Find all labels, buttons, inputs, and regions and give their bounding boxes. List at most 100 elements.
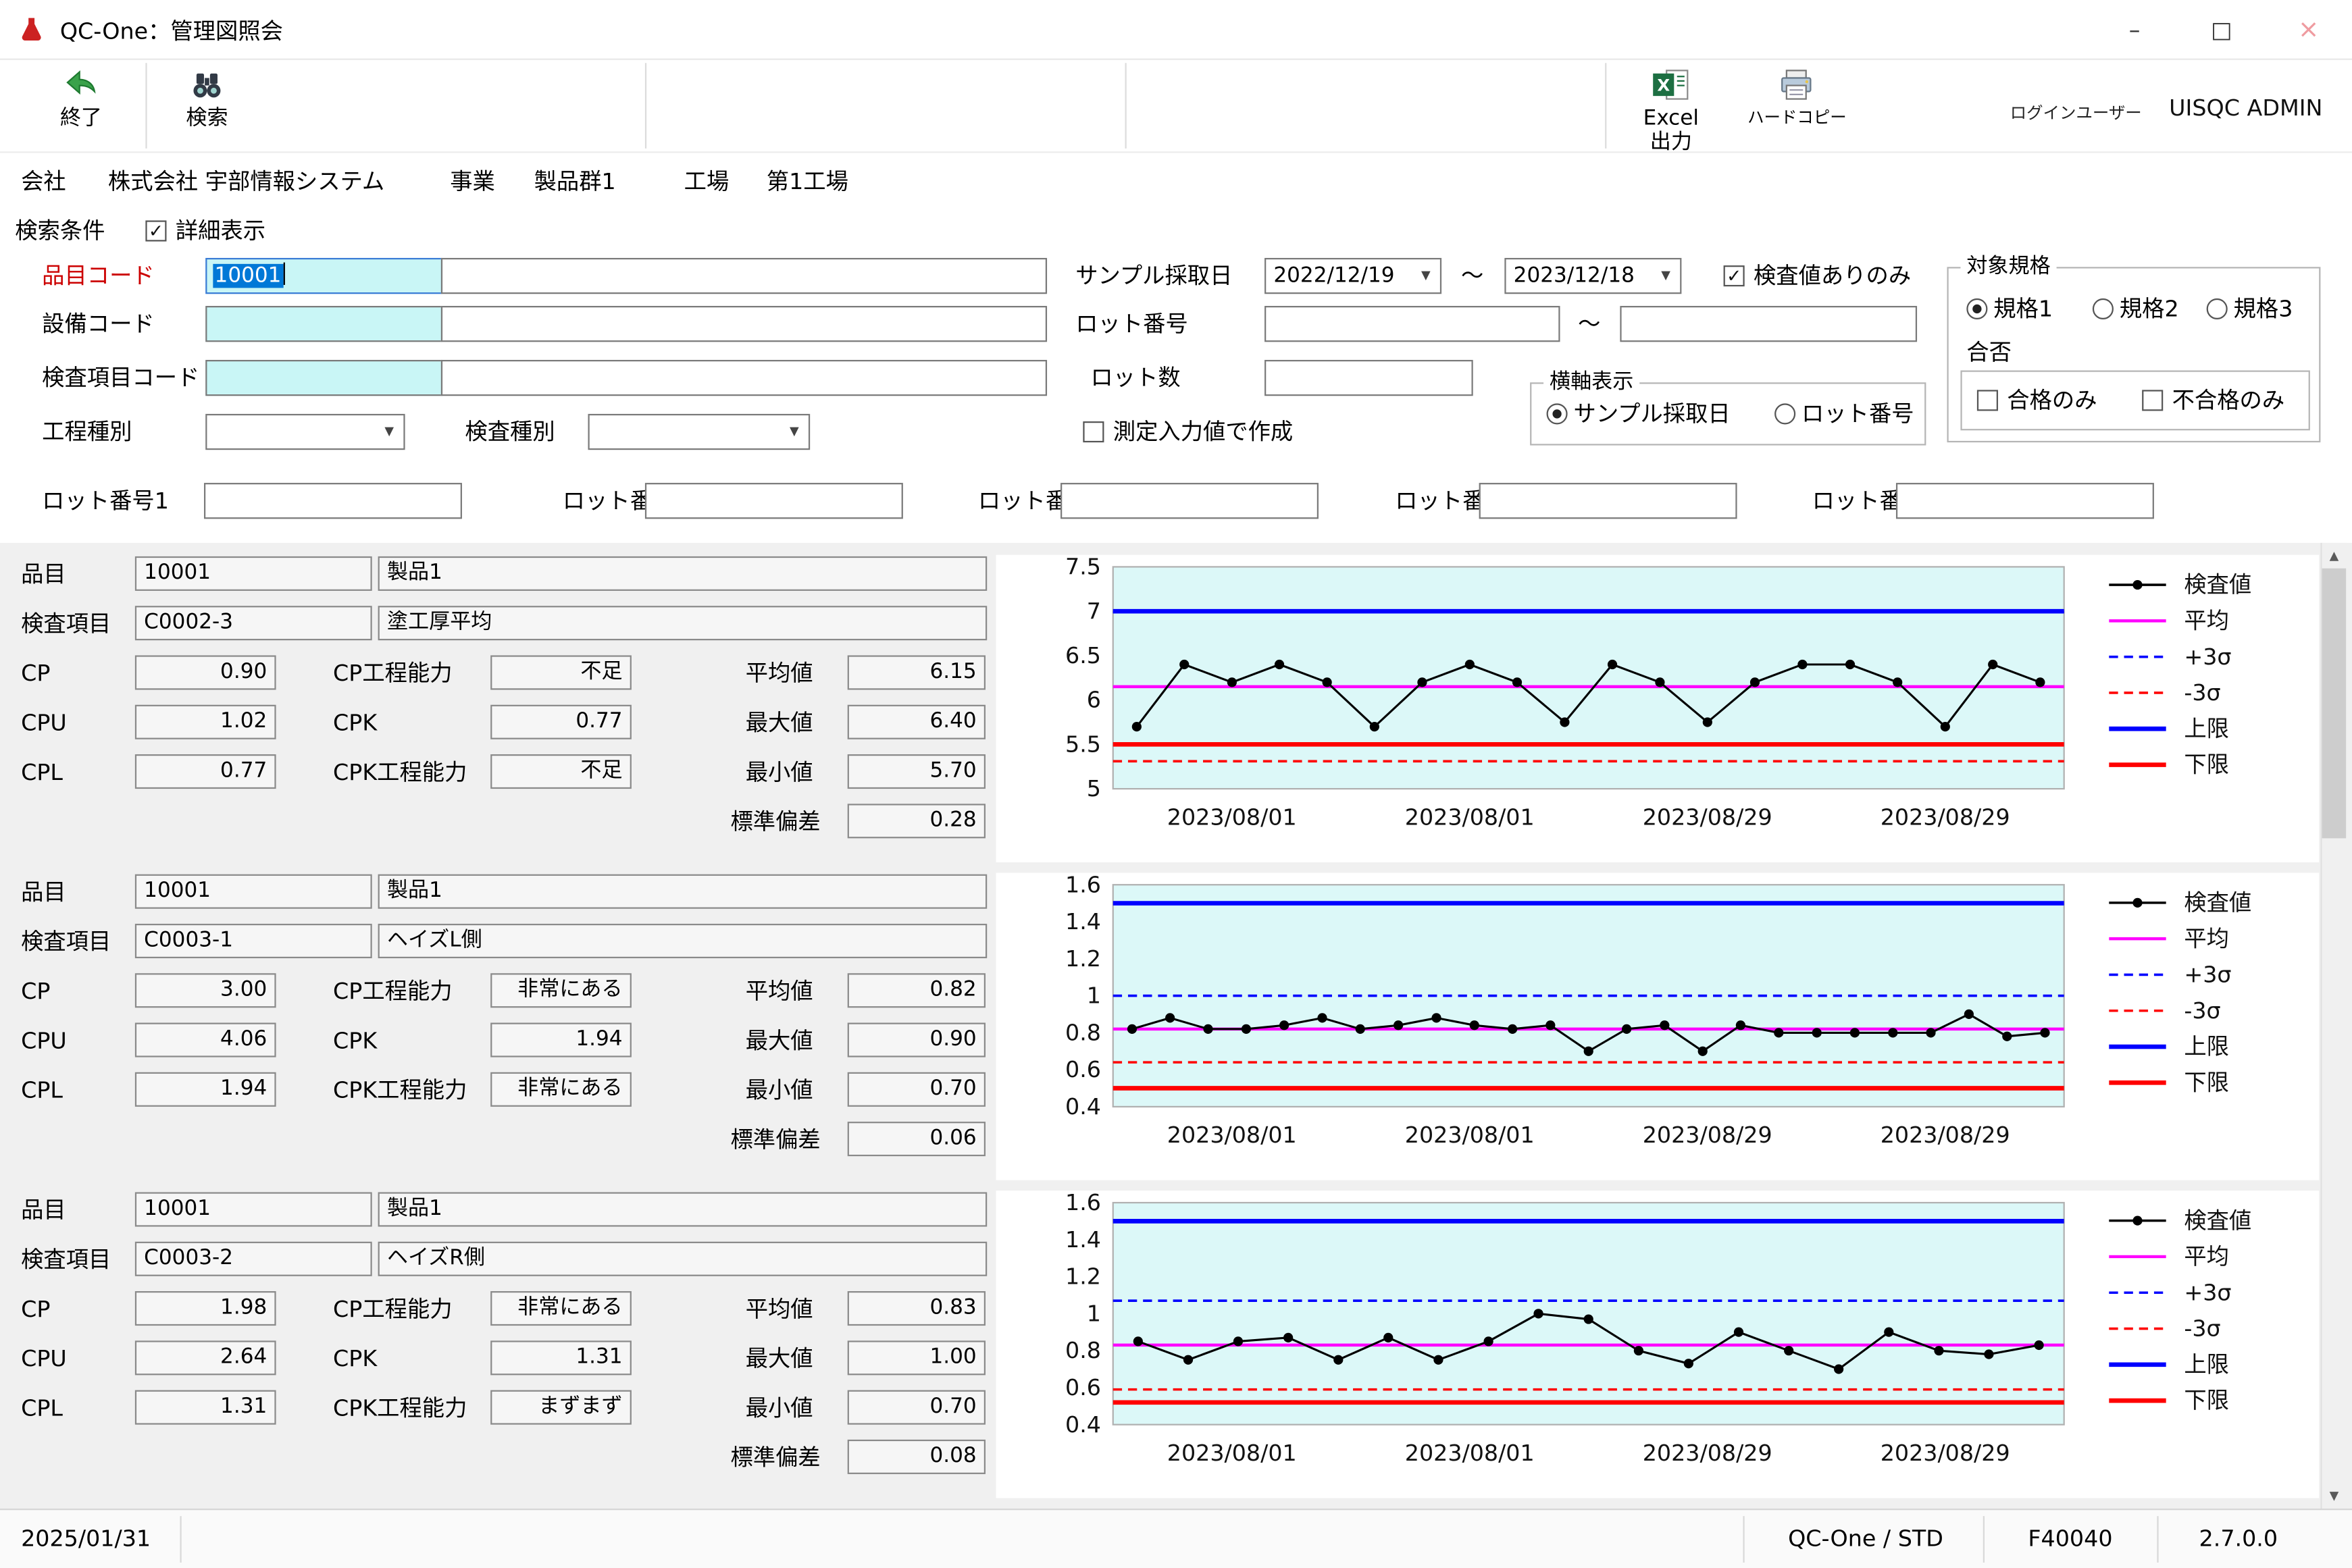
cp-capability-field: 不足: [490, 655, 632, 689]
max-label: 最大値: [746, 705, 813, 741]
mean-label: 平均値: [746, 655, 813, 691]
svg-text:平均: 平均: [2184, 925, 2229, 951]
exit-button[interactable]: 終了: [33, 68, 129, 130]
cp-capability-label: CP工程能力: [333, 973, 453, 1009]
lot3-input[interactable]: [1060, 483, 1319, 519]
axis-lot-number-radio[interactable]: [1774, 403, 1795, 424]
scroll-down-icon[interactable]: ▼: [2322, 1483, 2347, 1509]
exit-icon: [33, 68, 129, 107]
statusbar: 2025/01/31 QC-One / STD F40040 2.7.0.0: [0, 1509, 2352, 1568]
toolbar-separator: [1605, 63, 1606, 149]
process-type-label: 工程種別: [42, 414, 132, 450]
stddev-field: 0.08: [848, 1440, 986, 1474]
inspection-item-name-input[interactable]: [441, 360, 1047, 396]
minimize-button[interactable]: –: [2091, 0, 2178, 60]
chevron-down-icon: ▼: [1653, 261, 1679, 290]
item-name-field: 製品1: [378, 556, 988, 591]
hardcopy-button[interactable]: ハードコピー: [1734, 68, 1860, 130]
svg-text:+3σ: +3σ: [2184, 1279, 2231, 1305]
inspection-name-field: ヘイズL側: [378, 924, 988, 958]
cp-capability-label: CP工程能力: [333, 1291, 453, 1327]
svg-text:0.6: 0.6: [1065, 1056, 1101, 1082]
item-code-input[interactable]: 10001: [205, 258, 442, 294]
result-section-3: 品目 10001 製品1 検査項目 C0003-2 ヘイズR側 CP 1.98 …: [0, 1191, 2352, 1498]
inspection-type-combo[interactable]: ▼: [588, 414, 811, 450]
cp-field: 1.98: [135, 1291, 276, 1326]
cpu-label: CPU: [21, 1340, 67, 1376]
scrollbar-thumb[interactable]: [2322, 569, 2347, 839]
svg-text:1: 1: [1087, 983, 1101, 1009]
svg-text:2023/08/29: 2023/08/29: [1881, 1122, 2010, 1148]
context-bar: 会社 株式会社 宇部情報システム 事業 製品群1 工場 第1工場: [0, 153, 2352, 210]
factory-value: 第1工場: [767, 153, 848, 210]
qc-one-window: QC-One：管理図照会 – □ × 終了 検索 X Excel 出力: [0, 0, 2352, 1568]
equipment-code-input[interactable]: [205, 306, 442, 342]
max-field: 0.90: [848, 1023, 986, 1057]
svg-text:1.4: 1.4: [1065, 908, 1101, 935]
item-name-field: 製品1: [378, 1192, 988, 1226]
process-type-combo[interactable]: ▼: [205, 414, 405, 450]
pass-only-label: 合格のみ: [2007, 382, 2097, 418]
toolbar: 終了 検索 X Excel 出力 ハードコピー ログインユーザー UISQC A…: [0, 60, 2352, 153]
item-label: 品目: [21, 874, 66, 910]
close-button[interactable]: ×: [2265, 0, 2352, 60]
sample-date-from-combo[interactable]: 2022/12/19▼: [1264, 258, 1441, 294]
equipment-name-input[interactable]: [441, 306, 1047, 342]
excel-export-button[interactable]: X Excel 出力: [1623, 68, 1719, 155]
cp-label: CP: [21, 655, 50, 691]
inspection-code-field: C0003-1: [135, 924, 372, 958]
search-icon: [159, 68, 255, 107]
lot4-input[interactable]: [1479, 483, 1737, 519]
inspection-item-label: 検査項目: [21, 924, 111, 960]
lot-number-to-input[interactable]: [1620, 306, 1917, 342]
cpu-field: 4.06: [135, 1023, 276, 1057]
standard3-radio[interactable]: [2207, 298, 2228, 319]
sample-date-to-value: 2023/12/18: [1514, 264, 1635, 288]
fail-only-checkbox[interactable]: [2142, 390, 2163, 411]
app-icon: [18, 15, 45, 42]
mean-field: 0.82: [848, 973, 986, 1008]
vertical-scrollbar[interactable]: ▲ ▼: [2320, 543, 2346, 1509]
exit-button-label: 終了: [33, 107, 129, 131]
search-button-label: 検索: [159, 107, 255, 131]
search-button[interactable]: 検索: [159, 68, 255, 130]
lot2-input[interactable]: [645, 483, 903, 519]
control-chart-2: 1.61.41.210.80.60.42023/08/012023/08/012…: [996, 872, 2320, 1180]
inspection-item-label: 検査項目: [21, 606, 111, 642]
detail-display-checkbox[interactable]: ✓: [145, 220, 166, 241]
hardcopy-icon: [1734, 68, 1860, 107]
max-label: 最大値: [746, 1340, 813, 1376]
svg-text:6.5: 6.5: [1065, 642, 1101, 669]
sample-date-to-combo[interactable]: 2023/12/18 ▼: [1504, 258, 1681, 294]
item-name-input[interactable]: [441, 258, 1047, 294]
inspection-value-only-checkbox[interactable]: ✓: [1724, 265, 1745, 286]
min-label: 最小値: [746, 1390, 813, 1426]
scroll-up-icon[interactable]: ▲: [2322, 543, 2347, 569]
cpk-label: CPK: [333, 1340, 377, 1376]
svg-text:2023/08/01: 2023/08/01: [1167, 1122, 1297, 1148]
equipment-code-label: 設備コード: [42, 306, 155, 342]
item-code-label: 品目コード: [42, 258, 155, 294]
cpk-capability-label: CPK工程能力: [333, 1390, 467, 1426]
lot-number-from-input[interactable]: [1264, 306, 1560, 342]
pass-only-checkbox[interactable]: [1977, 390, 1998, 411]
pass-fail-box: 合格のみ 不合格のみ: [1960, 371, 2309, 431]
result-section-1: 品目 10001 製品1 検査項目 C0002-3 塗工厚平均 CP 0.90 …: [0, 555, 2352, 862]
lot-count-input[interactable]: [1264, 360, 1473, 396]
axis-sample-date-radio[interactable]: [1547, 403, 1568, 424]
cp-capability-label: CP工程能力: [333, 655, 453, 691]
axis-lot-number-label: ロット番号: [1801, 396, 1914, 432]
mean-field: 0.83: [848, 1291, 986, 1326]
standard2-radio[interactable]: [2093, 298, 2114, 319]
standard1-radio[interactable]: [1966, 298, 1987, 319]
inspection-item-code-input[interactable]: [205, 360, 442, 396]
status-product: QC-One / STD: [1788, 1510, 1943, 1568]
svg-text:6: 6: [1087, 687, 1101, 713]
svg-text:2023/08/01: 2023/08/01: [1167, 804, 1297, 830]
measured-input-checkbox[interactable]: [1083, 421, 1104, 442]
lot5-input[interactable]: [1896, 483, 2154, 519]
status-version: 2.7.0.0: [2199, 1510, 2278, 1568]
maximize-button[interactable]: □: [2178, 0, 2265, 60]
svg-text:2023/08/01: 2023/08/01: [1405, 804, 1535, 830]
lot1-input[interactable]: [204, 483, 462, 519]
